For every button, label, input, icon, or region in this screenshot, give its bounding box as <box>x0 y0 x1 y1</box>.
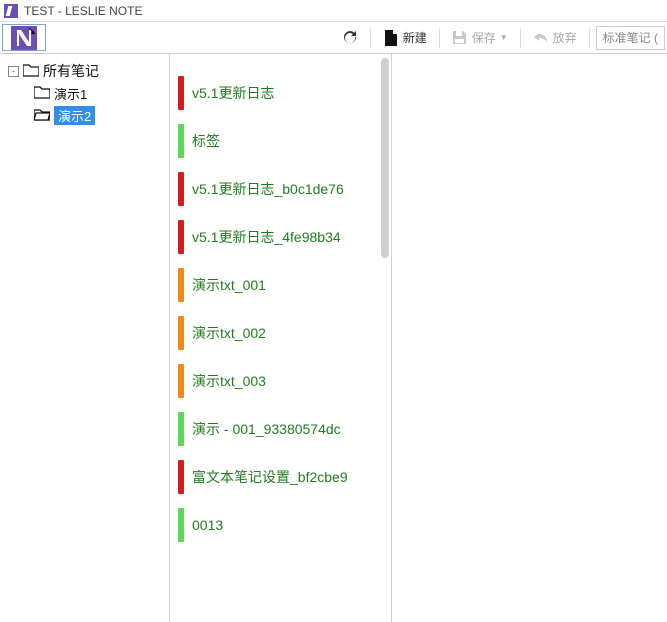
file-icon <box>383 30 399 46</box>
note-title: v5.1更新日志_b0c1de76 <box>192 179 344 199</box>
note-title: 演示txt_003 <box>192 371 266 391</box>
tree-item[interactable]: 演示1 <box>4 82 165 104</box>
save-button[interactable]: 保存 ▼ <box>446 25 514 51</box>
app-logo-button[interactable] <box>2 24 46 51</box>
window-title: TEST - LESLIE NOTE <box>24 4 142 18</box>
note-item[interactable]: 富文本笔记设置_bf2cbe9 <box>178 458 383 496</box>
title-bar: TEST - LESLIE NOTE <box>0 0 667 22</box>
toolbar: 新建 保存 ▼ 放弃 标准笔记 ( <box>336 22 667 53</box>
folder-tree: - 所有笔记 演示1 演示2 <box>0 54 170 622</box>
note-color-bar <box>178 364 184 398</box>
note-item[interactable]: 演示 - 001_93380574dc <box>178 410 383 448</box>
save-label: 保存 <box>472 29 496 46</box>
note-item[interactable]: v5.1更新日志_4fe98b34 <box>178 218 383 256</box>
note-item[interactable]: 演示txt_001 <box>178 266 383 304</box>
note-title: 演示txt_001 <box>192 275 266 295</box>
note-item[interactable]: 演示txt_002 <box>178 314 383 352</box>
refresh-icon <box>342 30 358 46</box>
collapse-icon[interactable]: - <box>8 66 19 77</box>
note-title: 0013 <box>192 517 223 533</box>
app-logo-large-icon <box>11 26 37 50</box>
tree-item[interactable]: 演示2 <box>4 104 165 126</box>
note-color-bar <box>178 124 184 158</box>
new-label: 新建 <box>403 29 427 46</box>
note-item[interactable]: 0013 <box>178 506 383 544</box>
note-color-bar <box>178 460 184 494</box>
note-title: 富文本笔记设置_bf2cbe9 <box>192 467 348 487</box>
note-content-area <box>392 54 667 622</box>
tree-item-label: 演示2 <box>54 106 95 125</box>
note-color-bar <box>178 172 184 206</box>
toolbar-separator <box>589 28 590 48</box>
undo-icon <box>533 30 549 46</box>
note-type-placeholder: 标准笔记 ( <box>603 29 658 46</box>
note-title: v5.1更新日志_4fe98b34 <box>192 227 341 247</box>
note-color-bar <box>178 316 184 350</box>
note-color-bar <box>178 220 184 254</box>
note-color-bar <box>178 268 184 302</box>
toolbar-separator <box>520 28 521 48</box>
note-color-bar <box>178 412 184 446</box>
note-title: 演示txt_002 <box>192 323 266 343</box>
scrollbar-thumb[interactable] <box>381 58 389 258</box>
toolbar-separator <box>370 28 371 48</box>
save-icon <box>452 30 468 46</box>
toolbar-separator <box>439 28 440 48</box>
discard-label: 放弃 <box>553 29 577 46</box>
folder-icon <box>23 63 39 80</box>
folder-open-icon <box>34 107 50 124</box>
note-title: 标签 <box>192 131 220 151</box>
app-logo-icon <box>4 4 18 18</box>
discard-button[interactable]: 放弃 <box>527 25 583 51</box>
chevron-down-icon: ▼ <box>500 33 508 42</box>
note-item[interactable]: v5.1更新日志_b0c1de76 <box>178 170 383 208</box>
note-list: v5.1更新日志标签 v5.1更新日志_b0c1de76 v5.1更新日志_4fe9… <box>170 54 392 622</box>
note-item[interactable]: v5.1更新日志 <box>178 74 383 112</box>
tree-root[interactable]: - 所有笔记 <box>4 60 165 82</box>
refresh-button[interactable] <box>336 25 364 51</box>
note-type-dropdown[interactable]: 标准笔记 ( <box>596 26 665 50</box>
tree-item-label: 演示1 <box>54 84 87 103</box>
note-item[interactable]: 标签 <box>178 122 383 160</box>
note-title: 演示 - 001_93380574dc <box>192 419 341 439</box>
body: - 所有笔记 演示1 演示2 v5.1更新日志标签 v5.1更新日志_b0c1de… <box>0 54 667 622</box>
tree-root-label: 所有笔记 <box>43 61 99 81</box>
folder-icon <box>34 85 50 102</box>
note-item[interactable]: 演示txt_003 <box>178 362 383 400</box>
note-title: v5.1更新日志 <box>192 83 274 103</box>
new-button[interactable]: 新建 <box>377 25 433 51</box>
main-toolbar-row: 新建 保存 ▼ 放弃 标准笔记 ( <box>0 22 667 54</box>
note-color-bar <box>178 508 184 542</box>
note-color-bar <box>178 76 184 110</box>
